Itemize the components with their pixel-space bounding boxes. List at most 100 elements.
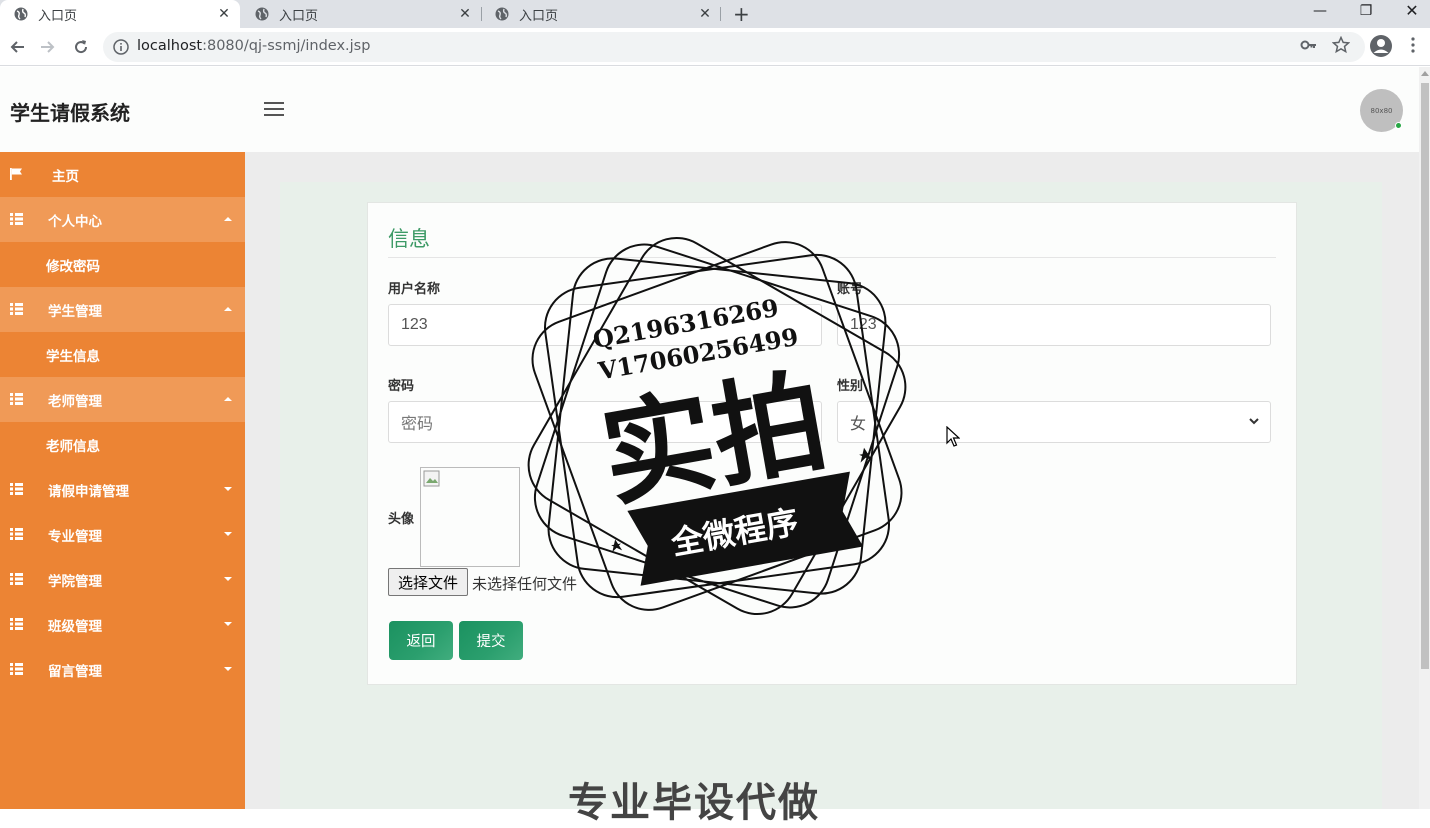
- sidebar-item-label: 老师管理: [48, 393, 102, 410]
- reload-icon: [75, 40, 88, 54]
- app-brand: 学生请假系统: [10, 101, 130, 125]
- sidebar-item-student-management[interactable]: 学生管理: [0, 287, 245, 332]
- sidebar-item-label: 修改密码: [46, 258, 100, 275]
- sidebar-item-teacher-management[interactable]: 老师管理: [0, 377, 245, 422]
- file-status-text: 未选择任何文件: [472, 575, 578, 593]
- address-bar[interactable]: localhost:8080/qj-ssmj/index.jsp: [103, 32, 1365, 62]
- sidebar-item-label: 老师信息: [46, 438, 100, 455]
- avatar-label: 头像: [388, 512, 415, 527]
- chevron-down-icon: [1249, 418, 1259, 425]
- minimize-button[interactable]: —: [1297, 0, 1343, 24]
- back-button[interactable]: [7, 37, 27, 57]
- avatar[interactable]: 80x80: [1360, 89, 1403, 132]
- tab-title: 入口页: [519, 8, 559, 24]
- grid-icon: [10, 303, 23, 315]
- grid-icon: [10, 573, 23, 585]
- scrollbar-thumb[interactable]: [1421, 83, 1429, 669]
- divider: [388, 257, 1276, 258]
- vertical-scrollbar[interactable]: [1419, 67, 1430, 809]
- tab-title: 入口页: [38, 8, 78, 24]
- sidebar-item-college-management[interactable]: 学院管理: [0, 557, 245, 602]
- kebab-menu-icon[interactable]: [1406, 36, 1420, 54]
- sidebar-item-label: 学生信息: [46, 348, 100, 365]
- grid-icon: [10, 393, 23, 405]
- info-icon[interactable]: [113, 39, 129, 55]
- username-label: 用户名称: [388, 282, 441, 297]
- sidebar-item-personal-center[interactable]: 个人中心: [0, 197, 245, 242]
- key-icon[interactable]: [1300, 36, 1318, 54]
- gender-selected-value: 女: [850, 416, 867, 433]
- avatar-placeholder-text: 80x80: [1370, 106, 1393, 115]
- url-host: localhost: [137, 38, 203, 54]
- caret-up-icon: [224, 397, 232, 401]
- caret-down-icon: [224, 532, 232, 536]
- sidebar: 主页 个人中心 修改密码 学生管理 学生信息 老师管理 老师信息 请假申请管理 …: [0, 152, 245, 809]
- flag-icon: [10, 168, 22, 180]
- submit-button[interactable]: 提交: [459, 621, 523, 660]
- new-tab-button[interactable]: +: [733, 2, 750, 26]
- broken-image-icon: [423, 470, 440, 487]
- browser-tab-1[interactable]: 入口页 ✕: [0, 0, 240, 28]
- close-icon[interactable]: ✕: [457, 6, 473, 22]
- choose-file-button[interactable]: 选择文件: [388, 568, 468, 596]
- star-icon[interactable]: [1332, 36, 1350, 54]
- sidebar-subitem-student-info[interactable]: 学生信息: [0, 332, 245, 377]
- grid-icon: [10, 618, 23, 630]
- caret-up-icon: [224, 217, 232, 221]
- sidebar-item-major-management[interactable]: 专业管理: [0, 512, 245, 557]
- sidebar-item-label: 个人中心: [48, 213, 102, 230]
- gender-select[interactable]: 女: [837, 401, 1271, 443]
- reload-button[interactable]: [71, 37, 91, 57]
- password-field[interactable]: 密码: [388, 401, 822, 443]
- globe-icon: [495, 7, 509, 21]
- username-field[interactable]: 123: [388, 304, 822, 346]
- sidebar-item-label: 请假申请管理: [48, 483, 129, 500]
- profile-icon[interactable]: [1369, 34, 1393, 58]
- form-title: 信息: [388, 227, 430, 251]
- sidebar-item-label: 班级管理: [48, 618, 102, 635]
- back-button[interactable]: 返回: [389, 621, 453, 660]
- sidebar-item-leave-requests[interactable]: 请假申请管理: [0, 467, 245, 512]
- avatar-preview-image: [420, 467, 520, 567]
- sidebar-item-home[interactable]: 主页: [0, 152, 245, 197]
- sidebar-subitem-change-password[interactable]: 修改密码: [0, 242, 245, 287]
- app-header: 学生请假系统 80x80: [0, 67, 1419, 152]
- forward-button[interactable]: [38, 37, 58, 57]
- caret-down-icon: [224, 667, 232, 671]
- arrow-right-icon: [41, 41, 55, 53]
- url-text[interactable]: localhost:8080/qj-ssmj/index.jsp: [137, 38, 370, 54]
- sidebar-item-label: 学生管理: [48, 303, 102, 320]
- caret-down-icon: [224, 487, 232, 491]
- globe-icon: [14, 7, 28, 21]
- restore-button[interactable]: ❐: [1343, 0, 1389, 24]
- browser-tab-strip: 入口页 ✕ 入口页 ✕ 入口页 ✕ + — ❐ ✕: [0, 0, 1430, 28]
- close-icon[interactable]: ✕: [697, 6, 713, 22]
- globe-icon: [255, 7, 269, 21]
- password-label: 密码: [388, 379, 415, 394]
- window-close-button[interactable]: ✕: [1389, 0, 1430, 24]
- caret-up-icon: [224, 307, 232, 311]
- arrow-left-icon: [10, 41, 24, 53]
- watermark-bottom-text: 专业毕设代做: [568, 780, 820, 826]
- grid-icon: [10, 528, 23, 540]
- browser-toolbar: localhost:8080/qj-ssmj/index.jsp: [0, 28, 1430, 66]
- grid-icon: [10, 483, 23, 495]
- browser-tab-3[interactable]: 入口页 ✕: [481, 0, 721, 28]
- tab-title: 入口页: [279, 8, 319, 24]
- sidebar-item-message-management[interactable]: 留言管理: [0, 647, 245, 692]
- scroll-up-icon[interactable]: [1421, 71, 1429, 76]
- sidebar-item-label: 学院管理: [48, 573, 102, 590]
- gender-label: 性别: [837, 379, 864, 394]
- grid-icon: [10, 213, 23, 225]
- sidebar-item-label: 留言管理: [48, 663, 102, 680]
- menu-toggle-icon[interactable]: [264, 102, 284, 118]
- grid-icon: [10, 663, 23, 675]
- account-field[interactable]: 123: [837, 304, 1271, 346]
- tab-divider: [720, 7, 721, 21]
- url-path: :8080/qj-ssmj/index.jsp: [202, 38, 371, 54]
- online-status-icon: [1395, 122, 1402, 129]
- sidebar-item-class-management[interactable]: 班级管理: [0, 602, 245, 647]
- browser-tab-2[interactable]: 入口页 ✕: [241, 0, 481, 28]
- close-icon[interactable]: ✕: [216, 6, 232, 22]
- sidebar-subitem-teacher-info[interactable]: 老师信息: [0, 422, 245, 467]
